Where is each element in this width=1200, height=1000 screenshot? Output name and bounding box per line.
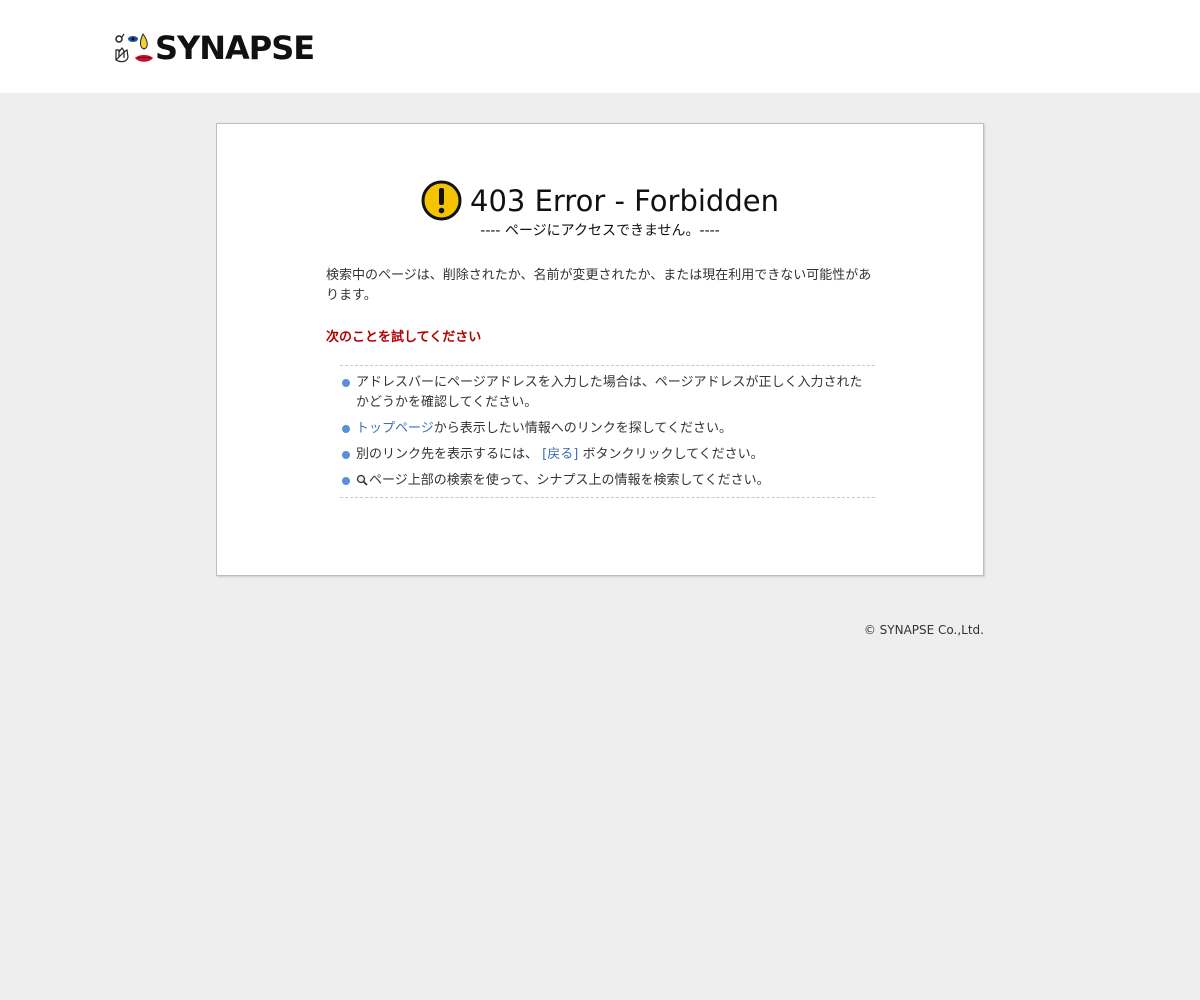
error-title-row: 403 Error - Forbidden [217, 180, 983, 221]
list-item: アドレスバーにページアドレスを入力した場合は、ページアドレスが正しく入力されたか… [340, 373, 875, 413]
list-item: トップページから表示したい情報へのリンクを探してください。 [340, 419, 875, 439]
try-heading: 次のことを試してください [326, 330, 482, 345]
error-title: 403 Error - Forbidden [470, 183, 779, 218]
error-subtitle: ---- ページにアクセスできません。---- [480, 223, 720, 239]
bullet-icon [342, 451, 350, 459]
magnifier-icon [356, 474, 368, 486]
logo-mark-icon [115, 33, 153, 63]
logo-text: SYNAPSE [155, 29, 315, 67]
site-header: SYNAPSE [0, 0, 1200, 93]
list-item: ページ上部の検索を使って、シナプス上の情報を検索してください。 [340, 471, 875, 491]
suggestion-text: から表示したい情報へのリンクを探してください。 [433, 421, 732, 436]
suggestion-text: ページ上部の検索を使って、シナプス上の情報を検索してください。 [369, 473, 770, 488]
error-panel: 403 Error - Forbidden ---- ページにアクセスできません… [216, 123, 984, 576]
copyright: © SYNAPSE Co.,Ltd. [863, 623, 984, 637]
top-page-link[interactable]: トップページ [356, 421, 434, 436]
back-link[interactable]: [戻る] [542, 447, 578, 462]
error-message: 検索中のページは、削除されたか、名前が変更されたか、または現在利用できない可能性… [326, 268, 872, 303]
bullet-icon [342, 477, 350, 485]
suggestion-text: アドレスバーにページアドレスを入力した場合は、ページアドレスが正しく入力されたか… [356, 375, 863, 410]
exclamation-circle-icon [421, 180, 462, 221]
bullet-icon [342, 425, 350, 433]
suggestion-text: ボタンクリックしてください。 [582, 447, 764, 462]
suggestion-text: 別のリンク先を表示するには、 [356, 447, 539, 462]
bullet-icon [342, 379, 350, 387]
list-item: 別のリンク先を表示するには、 [戻る] ボタンクリックしてください。 [340, 445, 875, 465]
synapse-logo[interactable]: SYNAPSE [113, 29, 315, 67]
suggestion-list: アドレスバーにページアドレスを入力した場合は、ページアドレスが正しく入力されたか… [340, 365, 875, 498]
